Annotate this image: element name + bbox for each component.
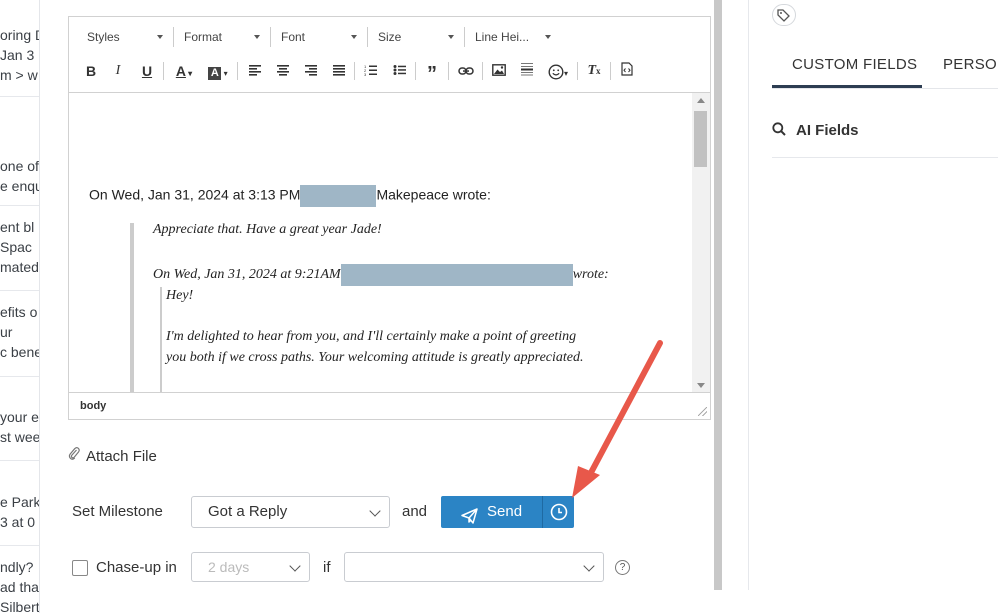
align-left-icon[interactable]	[244, 60, 266, 82]
schedule-send-button[interactable]	[542, 496, 574, 528]
list-item: ur	[0, 324, 13, 340]
image-icon[interactable]	[488, 60, 510, 82]
source-icon[interactable]	[616, 60, 638, 82]
chase-up-label: Chase-up in	[96, 559, 177, 576]
numbered-list-icon[interactable]: 123	[360, 60, 382, 82]
help-icon[interactable]: ?	[615, 560, 630, 575]
ai-fields-section[interactable]: AI Fields	[772, 122, 859, 140]
horizontal-rule-icon[interactable]	[516, 60, 538, 82]
chevron-down-icon	[369, 505, 381, 517]
italic-icon[interactable]: I	[107, 60, 129, 82]
background-color-icon[interactable]: A ▾	[203, 60, 233, 82]
list-item: ndly?	[0, 559, 34, 575]
editor-scrollbar[interactable]	[692, 93, 710, 393]
link-icon[interactable]	[455, 60, 477, 82]
align-center-icon[interactable]	[272, 60, 294, 82]
chase-up-checkbox[interactable]	[72, 560, 88, 576]
modal-scrollbar[interactable]	[714, 0, 722, 590]
tag-icon[interactable]	[772, 4, 796, 26]
svg-text:3: 3	[364, 72, 367, 76]
search-icon	[772, 122, 790, 140]
list-item: e enqu	[0, 178, 40, 194]
list-item: e Park	[0, 494, 40, 510]
list-item: efits o	[0, 304, 38, 320]
chase-days-select[interactable]: 2 days	[191, 552, 310, 582]
list-item: m > w	[0, 67, 38, 83]
send-button[interactable]: Send	[441, 496, 542, 528]
list-item: c bene	[0, 344, 40, 360]
align-right-icon[interactable]	[300, 60, 322, 82]
tab-person[interactable]: PERSON	[943, 56, 998, 73]
line-height-dropdown[interactable]: Line Hei...	[467, 24, 557, 50]
editor-content[interactable]: On Wed, Jan 31, 2024 at 3:13 PM Makepeace…	[69, 93, 692, 393]
list-item: oring D	[0, 27, 39, 43]
chase-condition-select[interactable]	[344, 552, 604, 582]
list-item: one of	[0, 158, 39, 174]
list-item: ent bl	[0, 219, 35, 235]
tab-custom-fields[interactable]: CUSTOM FIELDS	[792, 56, 917, 73]
emoji-icon[interactable]: ▾	[543, 60, 573, 82]
reply-header: On Wed, Jan 31, 2024 at 3:13 PM Makepeace…	[89, 185, 491, 207]
editor-toolbar: Styles Format Font Size Line Hei... B I …	[69, 17, 710, 93]
format-dropdown[interactable]: Format	[176, 24, 266, 50]
paper-plane-icon	[461, 504, 478, 536]
clock-icon	[550, 503, 568, 521]
redacted-email	[340, 264, 573, 286]
quote-line: Hey!	[166, 288, 194, 303]
quote-line: Appreciate that. Have a great year Jade!	[153, 222, 382, 237]
active-tab-indicator	[772, 85, 922, 88]
list-item: st wee	[0, 429, 40, 445]
paperclip-icon	[68, 446, 82, 465]
quote-header: On Wed, Jan 31, 2024 at 9:21AM wrote:	[153, 264, 609, 286]
background-conversation-list: oring D Jan 3 m > w one of e enqu ent bl…	[0, 0, 40, 613]
justify-icon[interactable]	[328, 60, 350, 82]
blockquote-bar	[130, 223, 134, 393]
list-item: mated	[0, 259, 39, 275]
blockquote-bar	[160, 287, 162, 393]
list-item: 3 at 0	[0, 514, 36, 530]
remove-format-icon[interactable]: Tx	[583, 60, 605, 82]
editor-path-status: body	[69, 392, 710, 419]
milestone-select[interactable]: Got a Reply	[191, 496, 390, 528]
quote-line: I'm delighted to hear from you, and I'll…	[166, 329, 577, 344]
styles-dropdown[interactable]: Styles	[79, 24, 169, 50]
quote-line: you both if we cross paths. Your welcomi…	[166, 350, 584, 365]
chevron-down-icon	[583, 560, 595, 572]
list-item: ad tha	[0, 579, 39, 595]
list-item: your e	[0, 409, 39, 425]
size-dropdown[interactable]: Size	[370, 24, 460, 50]
compose-modal: Styles Format Font Size Line Hei... B I …	[40, 0, 724, 613]
text-color-icon[interactable]: A ▾	[169, 60, 199, 82]
chevron-down-icon	[289, 560, 301, 572]
redacted-name	[300, 185, 377, 207]
underline-icon[interactable]: U	[136, 60, 158, 82]
bulleted-list-icon[interactable]	[389, 60, 411, 82]
attach-file-link[interactable]: Attach File	[68, 446, 157, 465]
and-label: and	[402, 503, 428, 520]
blockquote-icon[interactable]: ”	[421, 60, 443, 85]
list-item: Jan 3	[0, 47, 35, 63]
bold-icon[interactable]: B	[80, 60, 102, 82]
resize-handle[interactable]	[698, 407, 707, 416]
rich-text-editor: Styles Format Font Size Line Hei... B I …	[68, 16, 711, 420]
set-milestone-label: Set Milestone	[72, 503, 163, 520]
list-item: Silbert	[0, 599, 40, 613]
list-item: Spac	[0, 239, 32, 255]
if-label: if	[323, 559, 331, 576]
font-dropdown[interactable]: Font	[273, 24, 363, 50]
